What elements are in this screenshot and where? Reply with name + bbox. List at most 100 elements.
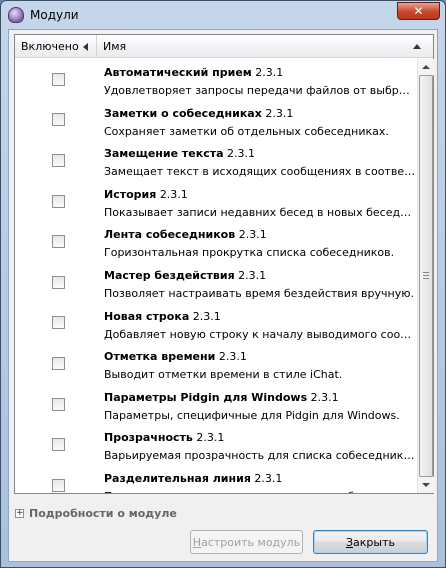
- plugin-list: Включено Имя Автоматический прием 2.3.1 У…: [14, 34, 434, 494]
- plugin-details-expander[interactable]: + Подробности о модуле: [15, 504, 177, 522]
- plugin-description: Сохраняет заметки об отдельных собеседни…: [104, 124, 389, 138]
- plugin-name: Замещение текста: [104, 147, 224, 161]
- plugin-description: Показывает записи недавних бесед в новых…: [104, 205, 416, 219]
- plugin-name: Прозрачность: [104, 431, 193, 445]
- window-close-button[interactable]: ✕: [397, 2, 440, 20]
- plugin-title: Прозрачность 2.3.1: [104, 430, 416, 445]
- plugin-row[interactable]: Мастер бездействия 2.3.1 Позволяет настра…: [15, 262, 418, 303]
- title-bar[interactable]: Модули ✕: [1, 1, 445, 29]
- plugin-title: Автоматический прием 2.3.1: [104, 65, 416, 80]
- plugin-title: Лента собеседников 2.3.1: [104, 227, 416, 242]
- plugin-version: 2.3.1: [265, 106, 294, 120]
- configure-mnemonic: Н: [192, 535, 202, 549]
- plugin-title: Замещение текста 2.3.1: [104, 146, 416, 161]
- plugin-info: Новая строка 2.3.1 Добавляет новую строку…: [104, 309, 416, 342]
- plugin-enabled-checkbox[interactable]: [52, 194, 65, 208]
- plugin-row[interactable]: История 2.3.1 Показывает записи недавних …: [15, 181, 418, 222]
- plugin-enabled-checkbox[interactable]: [52, 397, 65, 411]
- plugin-description: Позволяет настраивать время бездействия …: [104, 286, 414, 300]
- column-header-enabled[interactable]: Включено: [15, 35, 97, 58]
- plugin-info: Мастер бездействия 2.3.1 Позволяет настра…: [104, 268, 416, 301]
- plugin-enabled-checkbox[interactable]: [52, 153, 65, 167]
- plugin-name: Параметры Pidgin для Windows: [104, 390, 308, 404]
- list-header: Включено Имя: [15, 35, 433, 58]
- plugin-name: Новая строка: [104, 309, 190, 323]
- window-title: Модули: [30, 8, 79, 22]
- close-label: акрыть: [353, 535, 395, 549]
- plugin-row[interactable]: Прозрачность 2.3.1 Варьируемая прозрачнос…: [15, 424, 418, 465]
- plugin-name: Заметки о собеседниках: [104, 106, 262, 120]
- plugin-info: Отметка времени 2.3.1 Выводит отметки вре…: [104, 349, 416, 382]
- plugin-row[interactable]: Параметры Pidgin для Windows 2.3.1 Параме…: [15, 384, 418, 425]
- plugin-enabled-checkbox[interactable]: [52, 235, 65, 249]
- plugin-description: Удовлетворяет запросы передачи файлов от…: [104, 84, 416, 97]
- plugin-row[interactable]: Замещение текста 2.3.1 Замещает текст в и…: [15, 140, 418, 181]
- plugin-enabled-checkbox[interactable]: [52, 478, 65, 492]
- plugin-title: Отметка времени 2.3.1: [104, 349, 416, 364]
- column-enabled-label: Включено: [21, 40, 79, 53]
- plugin-version: 2.3.1: [238, 228, 267, 242]
- plugin-name: Отметка времени: [104, 350, 216, 364]
- plugin-version: 2.3.1: [218, 350, 247, 364]
- plugin-name: Автоматический прием: [104, 66, 252, 79]
- column-name-label: Имя: [103, 40, 127, 53]
- plugin-enabled-checkbox[interactable]: [52, 275, 65, 289]
- plugin-version: 2.3.1: [310, 390, 339, 404]
- plugin-rows: Автоматический прием 2.3.1 Удовлетворяет …: [15, 59, 418, 493]
- plugin-version: 2.3.1: [254, 471, 283, 485]
- plugin-info: Разделительная линия 2.3.1 Проводит линию…: [104, 471, 416, 493]
- sort-ascending-icon: [413, 44, 421, 49]
- arrow-up-icon: [422, 65, 430, 69]
- plugin-title: История 2.3.1: [104, 187, 416, 202]
- plugin-title: Новая строка 2.3.1: [104, 309, 416, 324]
- plugin-info: Параметры Pidgin для Windows 2.3.1 Параме…: [104, 390, 416, 423]
- plugin-info: Лента собеседников 2.3.1 Горизонтальная п…: [104, 227, 416, 260]
- plugin-description: Замещает текст в исходящих сообщениях в …: [104, 165, 416, 179]
- plugin-enabled-checkbox[interactable]: [52, 438, 65, 452]
- plugins-window: Модули ✕ Включено Имя Автоматический при…: [0, 0, 446, 568]
- grip-icon: [423, 272, 429, 280]
- pidgin-app-icon: [8, 7, 24, 23]
- scrollbar-thumb[interactable]: [419, 75, 433, 477]
- plugin-description: Проводит линию, отделяющую новые сообщен…: [104, 489, 416, 493]
- plugin-name: Разделительная линия: [104, 471, 251, 485]
- scroll-up-button[interactable]: [418, 59, 434, 75]
- plugin-info: Замещение текста 2.3.1 Замещает текст в и…: [104, 146, 416, 179]
- plugin-description: Добавляет новую строку к началу выводимо…: [104, 327, 416, 341]
- plugin-enabled-checkbox[interactable]: [52, 113, 65, 127]
- plugin-info: История 2.3.1 Показывает записи недавних …: [104, 187, 416, 220]
- configure-label: астроить модуль: [201, 535, 301, 549]
- plugin-enabled-checkbox[interactable]: [52, 316, 65, 330]
- plugin-title: Разделительная линия 2.3.1: [104, 471, 416, 486]
- plugin-enabled-checkbox[interactable]: [52, 356, 65, 370]
- column-collapse-icon: [82, 42, 88, 51]
- plugin-version: 2.3.1: [159, 187, 188, 201]
- plugin-title: Параметры Pidgin для Windows 2.3.1: [104, 390, 416, 405]
- column-header-name[interactable]: Имя: [97, 35, 433, 58]
- plugin-name: Мастер бездействия: [104, 268, 235, 282]
- plugin-description: Выводит отметки времени в стиле iChat.: [104, 368, 343, 382]
- plugin-row[interactable]: Лента собеседников 2.3.1 Горизонтальная п…: [15, 221, 418, 262]
- plugin-row[interactable]: Разделительная линия 2.3.1 Проводит линию…: [15, 465, 418, 493]
- dialog-body: Включено Имя Автоматический прием 2.3.1 У…: [8, 29, 438, 562]
- vertical-scrollbar[interactable]: [417, 59, 434, 493]
- configure-plugin-button[interactable]: Настроить модуль: [190, 530, 303, 554]
- plugin-description: Горизонтальная прокрутка списка собеседн…: [104, 246, 395, 260]
- plugin-title: Мастер бездействия 2.3.1: [104, 268, 416, 283]
- plugin-row[interactable]: Новая строка 2.3.1 Добавляет новую строку…: [15, 303, 418, 344]
- plugin-info: Прозрачность 2.3.1 Варьируемая прозрачнос…: [104, 430, 416, 463]
- close-mnemonic: З: [345, 535, 354, 549]
- plugin-name: История: [104, 187, 157, 201]
- arrow-down-icon: [422, 483, 430, 487]
- plugin-row[interactable]: Отметка времени 2.3.1 Выводит отметки вре…: [15, 343, 418, 384]
- plugin-row[interactable]: Автоматический прием 2.3.1 Удовлетворяет …: [15, 59, 418, 100]
- plugin-title: Заметки о собеседниках 2.3.1: [104, 106, 416, 121]
- plugin-version: 2.3.1: [238, 268, 267, 282]
- plugin-enabled-checkbox[interactable]: [52, 72, 65, 86]
- close-button[interactable]: Закрыть: [313, 530, 428, 554]
- plugin-row[interactable]: Заметки о собеседниках 2.3.1 Сохраняет за…: [15, 100, 418, 141]
- scroll-down-button[interactable]: [418, 477, 434, 493]
- plugin-details-label: Подробности о модуле: [29, 506, 177, 520]
- plugin-info: Заметки о собеседниках 2.3.1 Сохраняет за…: [104, 106, 416, 139]
- expand-plus-icon: +: [15, 507, 24, 518]
